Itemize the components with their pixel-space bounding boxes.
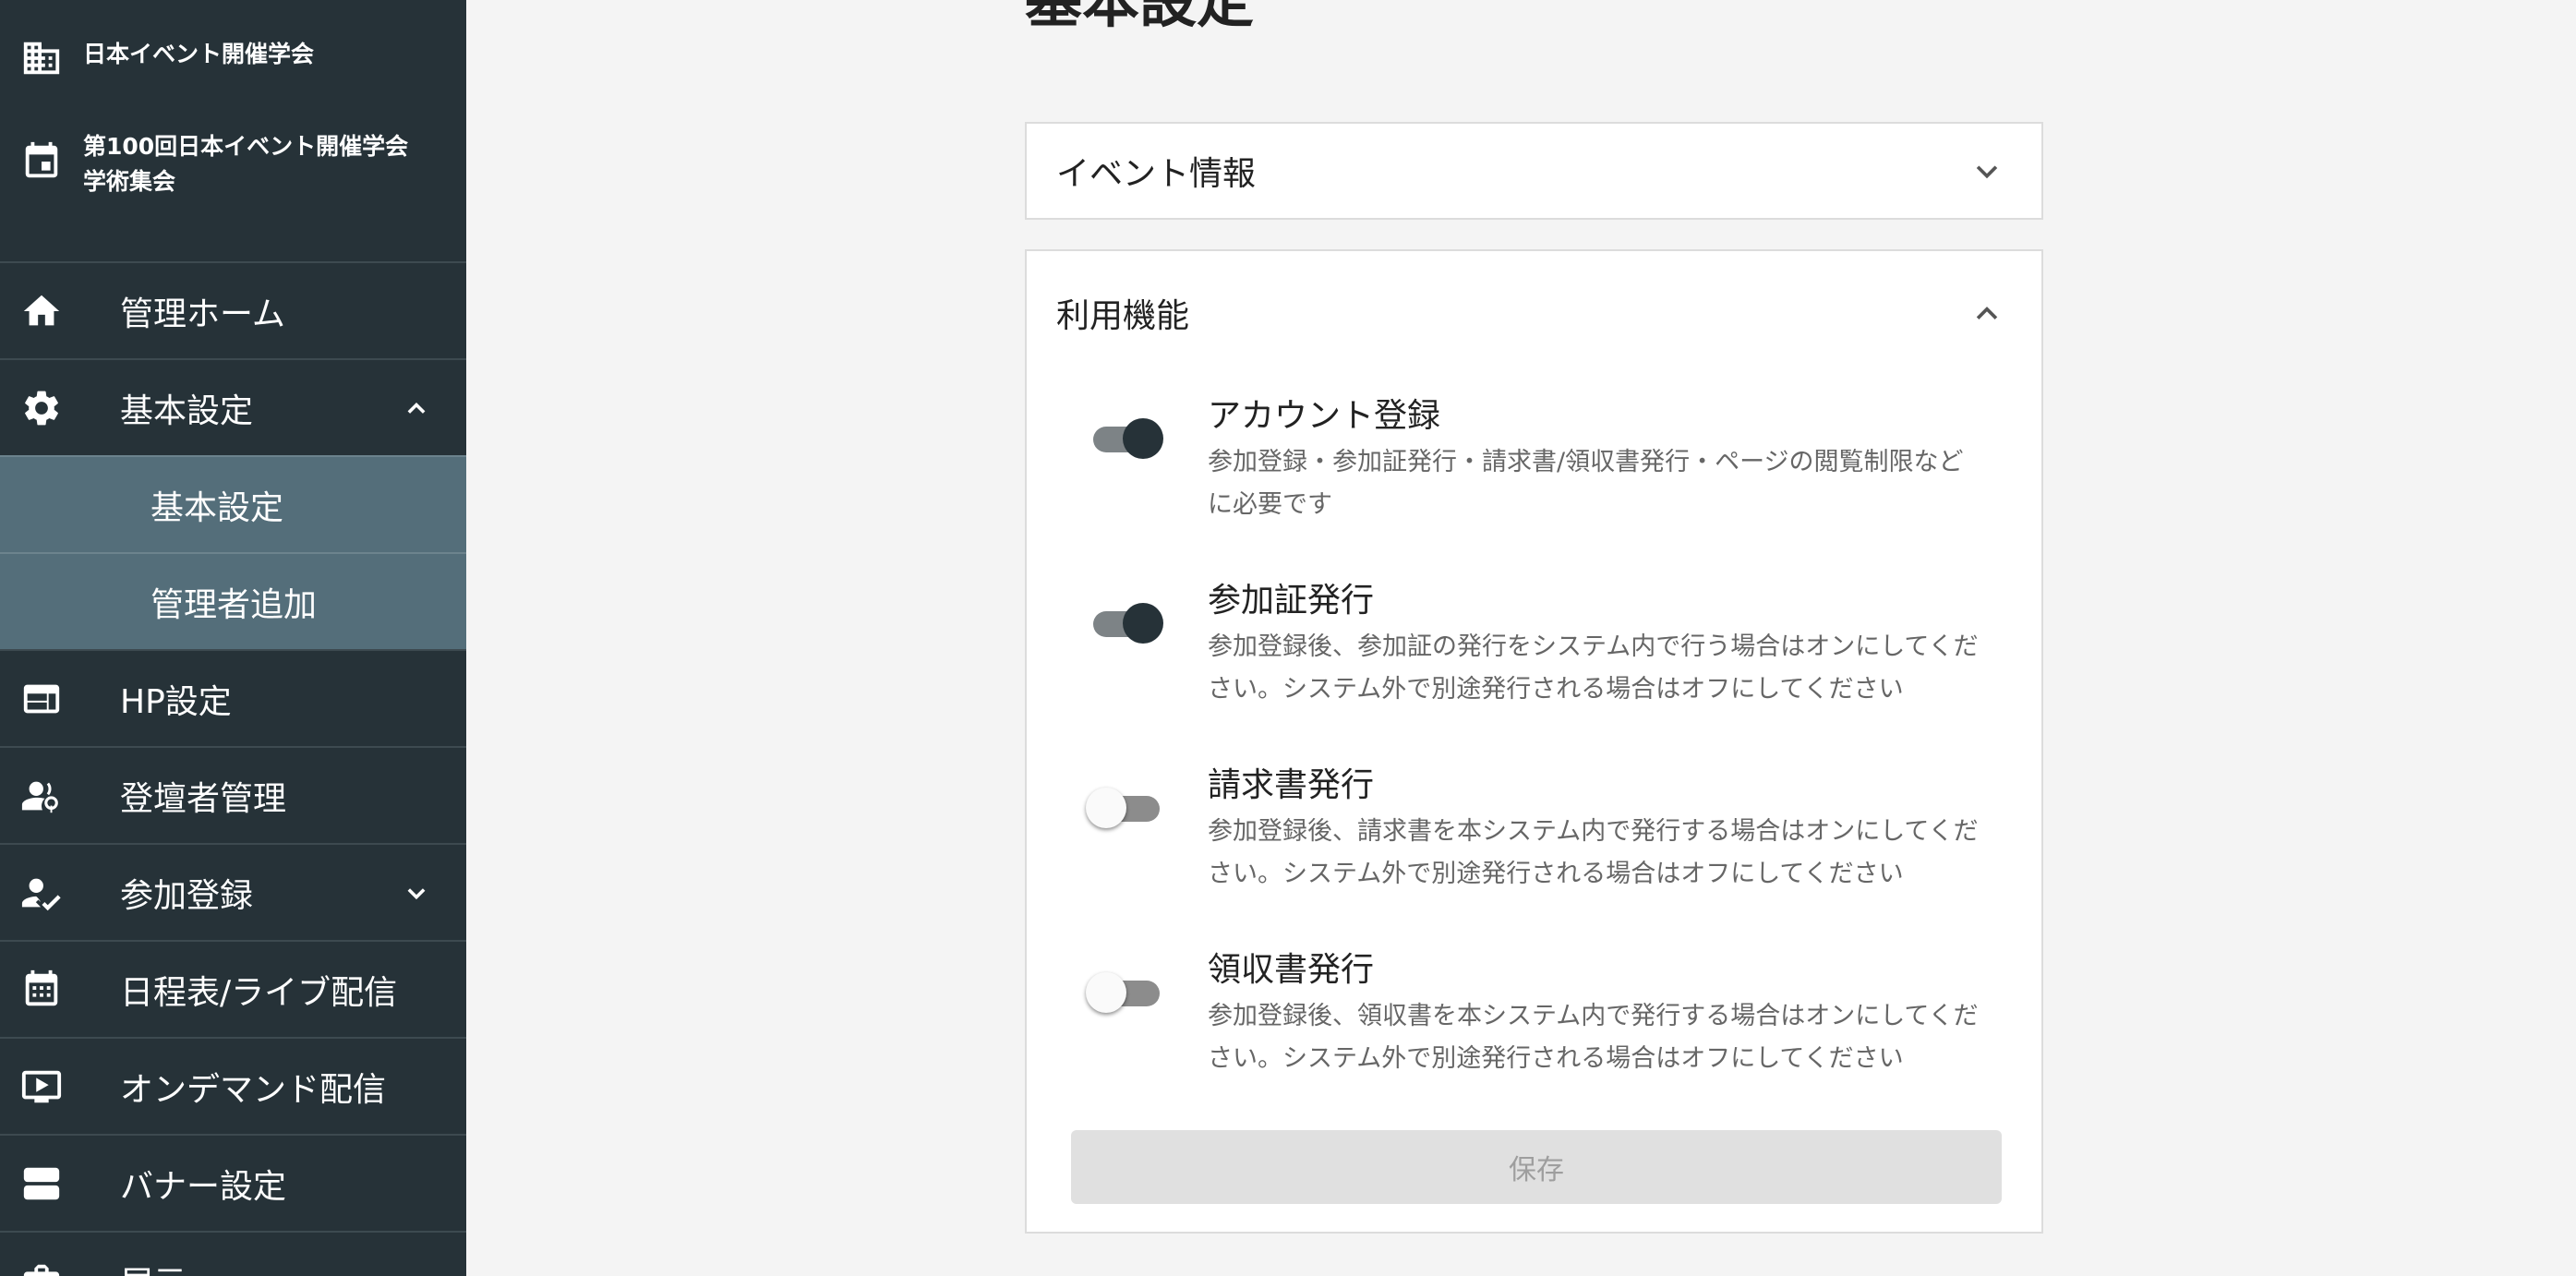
account-registration-toggle[interactable] <box>1093 418 1163 459</box>
sidebar-subitem-label: 基本設定 <box>150 488 284 527</box>
sidebar-item-schedule-live[interactable]: 日程表/ライブ配信 <box>0 940 466 1037</box>
sidebar-item-exhibition[interactable]: 展示 <box>0 1231 466 1276</box>
event-info-panel-title: イベント情報 <box>1056 155 1257 193</box>
toggle-knob <box>1123 603 1163 644</box>
sidebar: 日本イベント開催学会 第100回日本イベント開催学会 学術集会 管理ホーム 基本… <box>0 0 466 1276</box>
page-title: 基本設定 <box>1025 0 1255 35</box>
save-button[interactable]: 保存 <box>1071 1130 2002 1204</box>
sidebar-item-banner-settings[interactable]: バナー設定 <box>0 1134 466 1231</box>
sidebar-item-label: オンデマンド配信 <box>120 1070 387 1109</box>
org-name: 日本イベント開催学会 <box>83 41 315 67</box>
event-name: 第100回日本イベント開催学会 学術集会 <box>83 129 408 199</box>
chevron-down-icon[interactable] <box>403 880 429 906</box>
sidebar-subitem-basic-settings[interactable]: 基本設定 <box>0 455 466 552</box>
feature-description-line2: さい。システム外で別途発行される場合はオフにしてください <box>1208 675 1904 704</box>
features-panel-header[interactable]: 利用機能 <box>1027 251 2041 375</box>
feature-description-line1: 参加登録後、請求書を本システム内で発行する場合はオンにしてくだ <box>1208 817 1979 846</box>
home-icon <box>18 288 65 334</box>
feature-description: 参加登録・参加証発行・請求書/領収書発行・ページの閲覧制限など に必要です <box>1208 441 2002 526</box>
feature-title: 領収書発行 <box>1208 951 1375 989</box>
sidebar-item-label: 基本設定 <box>120 391 254 430</box>
event-info-panel: イベント情報 <box>1025 122 2043 220</box>
feature-description: 参加登録後、参加証の発行をシステム内で行う場合はオンにしてくだ さい。システム外… <box>1208 626 2002 711</box>
sidebar-subitem-add-admin[interactable]: 管理者追加 <box>0 552 466 649</box>
feature-description-line2: さい。システム外で別途発行される場合はオフにしてください <box>1208 1044 1904 1073</box>
gear-icon <box>18 385 65 431</box>
feature-description: 参加登録後、請求書を本システム内で発行する場合はオンにしてくだ さい。システム外… <box>1208 811 2002 896</box>
features-panel: 利用機能 アカウント登録 参加登録・参加証発行・請求書/領収書発行・ページの閲覧… <box>1025 249 2043 1234</box>
toggle-knob <box>1123 418 1163 459</box>
sidebar-item-label: バナー設定 <box>120 1167 287 1206</box>
feature-description-line1: 参加登録後、領収書を本システム内で発行する場合はオンにしてくだ <box>1208 1002 1979 1030</box>
sidebar-item-label: 管理ホーム <box>120 295 285 333</box>
chevron-up-icon[interactable] <box>403 395 429 421</box>
feature-description-line2: に必要です <box>1208 490 1332 519</box>
sidebar-item-label: 参加登録 <box>120 876 254 915</box>
play-screen-icon <box>18 1064 65 1110</box>
badge-issuance-toggle[interactable] <box>1093 603 1163 644</box>
sidebar-item-on-demand[interactable]: オンデマンド配信 <box>0 1037 466 1134</box>
event-name-line2: 学術集会 <box>83 168 176 195</box>
chevron-up-icon[interactable] <box>1971 297 2003 329</box>
building-icon <box>23 42 60 75</box>
features-panel-title: 利用機能 <box>1056 297 1190 335</box>
sidebar-item-hp-settings[interactable]: HP設定 <box>0 649 466 746</box>
sidebar-item-speaker-management[interactable]: 登壇者管理 <box>0 746 466 843</box>
event-name-line1: 第100回日本イベント開催学会 <box>83 133 409 160</box>
event-row[interactable]: 第100回日本イベント開催学会 学術集会 <box>0 129 466 199</box>
calendar-icon <box>18 967 65 1013</box>
feature-description-line1: 参加登録後、参加証の発行をシステム内で行う場合はオンにしてくだ <box>1208 632 1979 661</box>
user-check-icon <box>18 870 65 916</box>
sidebar-item-label: 日程表/ライブ配信 <box>120 973 398 1012</box>
sidebar-item-label: HP設定 <box>120 682 232 721</box>
receipt-issuance-toggle[interactable] <box>1086 972 1160 1013</box>
feature-title: アカウント登録 <box>1208 397 1441 435</box>
feature-title: 参加証発行 <box>1208 582 1375 620</box>
sidebar-item-label: 登壇者管理 <box>120 779 287 818</box>
feature-title: 請求書発行 <box>1208 766 1375 804</box>
sidebar-item-basic-settings[interactable]: 基本設定 <box>0 358 466 455</box>
toggle-knob <box>1086 972 1126 1013</box>
event-calendar-icon <box>25 141 58 178</box>
event-info-panel-header[interactable]: イベント情報 <box>1027 124 2041 218</box>
feature-description-line2: さい。システム外で別途発行される場合はオフにしてください <box>1208 860 1904 888</box>
invoice-issuance-toggle[interactable] <box>1086 788 1160 828</box>
feature-description: 参加登録後、領収書を本システム内で発行する場合はオンにしてくだ さい。システム外… <box>1208 995 2002 1080</box>
sidebar-subitem-label: 管理者追加 <box>150 585 318 624</box>
speaker-icon <box>18 773 65 819</box>
feature-description-line1: 参加登録・参加証発行・請求書/領収書発行・ページの閲覧制限など <box>1208 448 1964 476</box>
org-row[interactable]: 日本イベント開催学会 <box>0 37 466 79</box>
banner-icon <box>18 1161 65 1207</box>
chevron-down-icon[interactable] <box>1971 155 2003 187</box>
sidebar-item-registration[interactable]: 参加登録 <box>0 843 466 940</box>
sidebar-item-label: 展示 <box>120 1257 187 1276</box>
briefcase-icon <box>18 1258 65 1276</box>
web-layout-icon <box>18 676 65 722</box>
sidebar-nav: 管理ホーム 基本設定 基本設定 管理者追加 HP設定 登壇者管理 参加登録 日程… <box>0 261 466 1276</box>
toggle-knob <box>1086 788 1126 828</box>
sidebar-item-admin-home[interactable]: 管理ホーム <box>0 261 466 358</box>
